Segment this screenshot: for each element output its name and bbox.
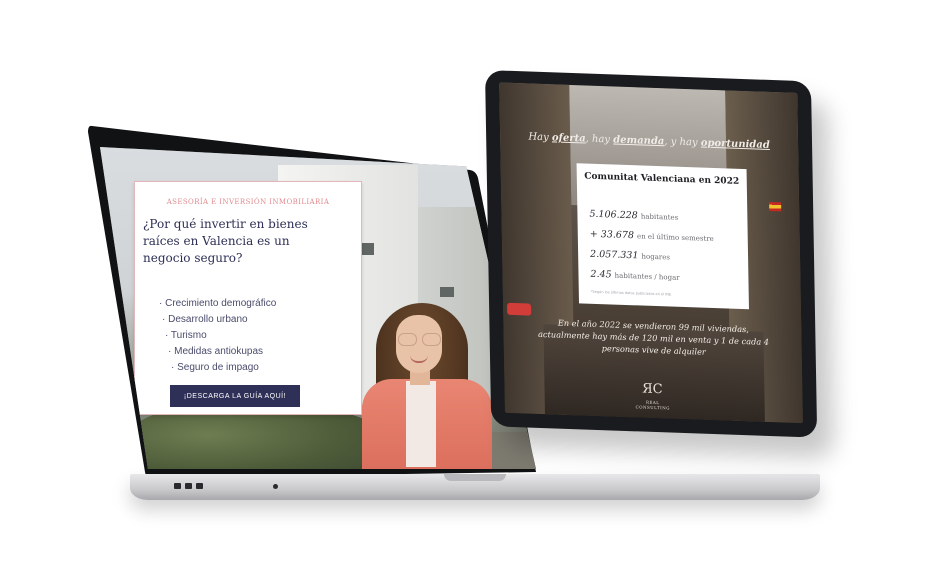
stat-row: 2.45 habitantes / hogar — [590, 262, 679, 284]
tagline-text: Hay — [528, 131, 553, 144]
tagline-text: , y hay — [664, 136, 701, 149]
stat-value: 5.106.228 — [589, 208, 638, 222]
promo-title: ¿Por qué invertir en bienes raíces en Va… — [143, 217, 308, 265]
shop-sign — [507, 302, 532, 316]
audio-jack-icon — [273, 484, 278, 489]
promo-card: ASESORÍA E INVERSIÓN INMOBILIARIA ¿Por q… — [134, 181, 362, 415]
brand-logo: ЯC REAL CONSULTING — [632, 379, 672, 411]
stat-label: en el último semestre — [636, 232, 714, 244]
laptop-base — [130, 474, 820, 500]
stat-value: 2.45 — [590, 268, 612, 281]
stat-row: 2.057.331 hogares — [590, 242, 670, 264]
stat-value: + 33.678 — [589, 228, 635, 242]
usb-port-icon — [196, 483, 203, 489]
window — [360, 243, 374, 255]
trackpad-notch — [444, 474, 506, 481]
stat-row: 5.106.228 habitantes — [589, 202, 678, 224]
stat-label: habitantes / hogar — [614, 271, 680, 282]
tagline-keyword: oferta — [551, 132, 586, 145]
ports — [174, 483, 278, 489]
reasons-list: · Crecimiento demográfico · Desarrollo u… — [159, 296, 276, 376]
list-item: · Turismo — [165, 330, 207, 341]
download-guide-button[interactable]: ¡DESCARGA LA GUÍA AQUÍ! — [170, 385, 300, 407]
list-item: · Crecimiento demográfico — [159, 298, 277, 309]
top — [406, 381, 436, 467]
list-item: · Seguro de impago — [171, 362, 259, 373]
tablet-screen: Hay oferta, hay demanda, y hay oportunid… — [499, 82, 803, 424]
stat-label: habitantes — [640, 212, 679, 222]
promo-kicker: ASESORÍA E INVERSIÓN INMOBILIARIA — [166, 198, 330, 206]
usb-port-icon — [185, 483, 192, 489]
tagline-text: , hay — [585, 133, 614, 146]
flag-icon — [769, 201, 782, 212]
list-item: · Medidas antiokupas — [168, 346, 264, 357]
logo-text: REAL CONSULTING — [635, 399, 670, 411]
tagline-keyword: demanda — [613, 134, 665, 148]
list-item: · Desarrollo urbano — [162, 314, 248, 325]
stats-card: Comunitat Valenciana en 2022 5.106.228 ha… — [576, 163, 749, 310]
tablet-device: Hay oferta, hay demanda, y hay oportunid… — [485, 70, 818, 438]
stat-label: hogares — [641, 252, 671, 262]
stats-title: Comunitat Valenciana en 2022 — [584, 171, 740, 187]
usb-port-icon — [174, 483, 181, 489]
stats-footnote: *Según los últimos datos publicados en e… — [590, 289, 672, 297]
stat-value: 2.057.331 — [590, 248, 639, 262]
logo-mark: ЯC — [642, 381, 663, 398]
laptop-screen: ASESORÍA E INVERSIÓN INMOBILIARIA ¿Por q… — [100, 147, 536, 469]
glasses — [398, 333, 442, 346]
window — [440, 287, 454, 297]
